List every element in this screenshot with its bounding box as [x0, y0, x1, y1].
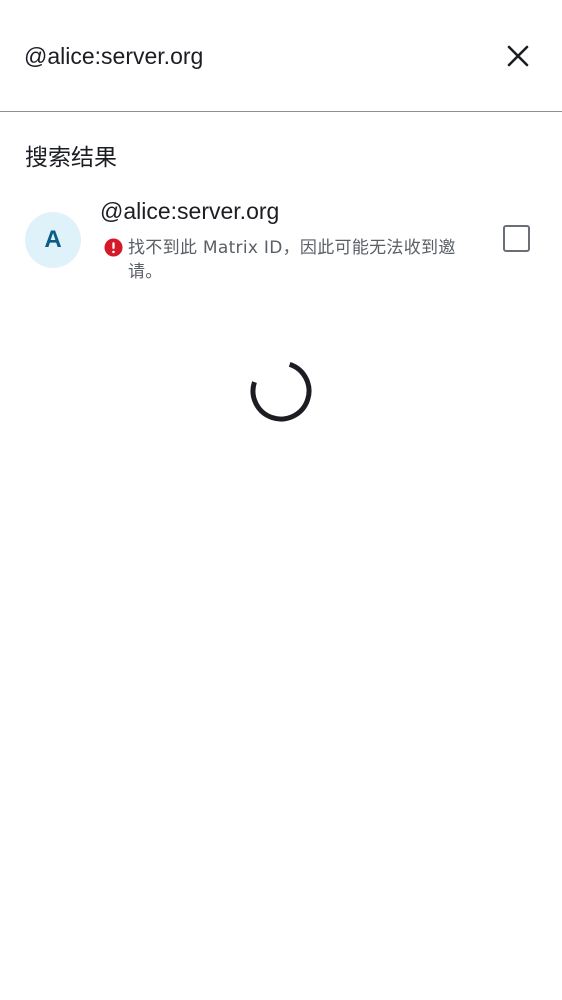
search-result-row[interactable]: A @alice:server.org 找不到此 Matrix ID，因此可能无…: [0, 192, 562, 292]
error-icon: [104, 238, 123, 257]
invite-people-screen: 搜索结果 A @alice:server.org 找不到此 Matrix ID，…: [0, 0, 562, 1000]
search-bar: [0, 0, 562, 112]
section-title: 搜索结果: [25, 145, 117, 171]
avatar: A: [25, 212, 81, 268]
search-input[interactable]: [24, 38, 484, 74]
avatar-initial: A: [44, 226, 62, 253]
user-id: @alice:server.org: [100, 198, 280, 224]
close-button[interactable]: [494, 32, 542, 80]
select-checkbox[interactable]: [503, 225, 530, 252]
close-icon: [507, 45, 529, 67]
warning-message: 找不到此 Matrix ID，因此可能无法收到邀请。: [128, 238, 456, 282]
spinner-icon: [250, 360, 312, 422]
